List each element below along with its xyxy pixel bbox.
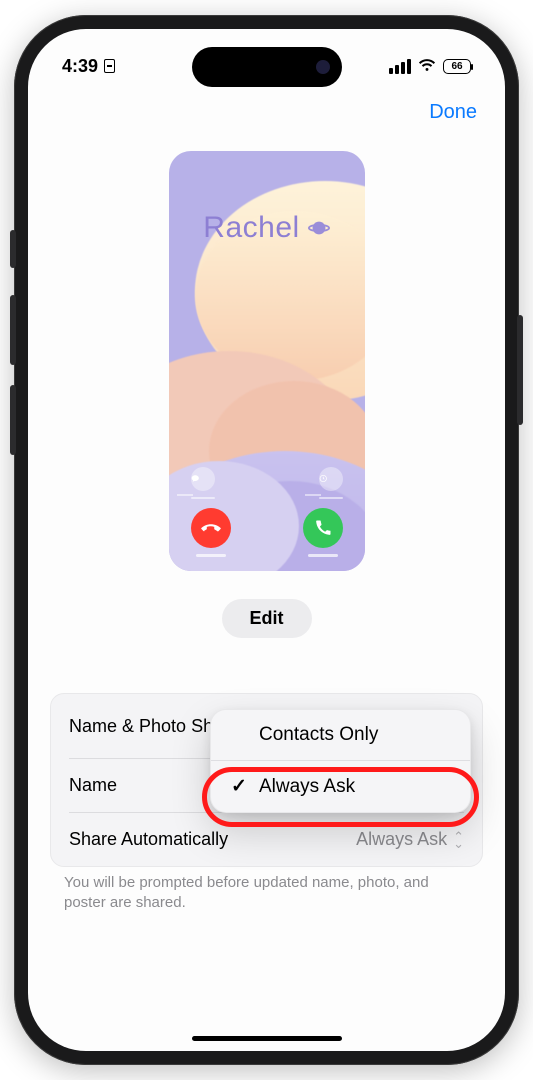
share-options-menu: Contacts Only ✓ Always Ask	[210, 709, 471, 813]
mute-switch[interactable]	[10, 230, 16, 268]
screen: 4:39 66 Done	[28, 29, 505, 1051]
phone-frame: 4:39 66 Done	[14, 15, 519, 1065]
help-text: You will be prompted before updated name…	[64, 873, 469, 914]
contact-poster-preview[interactable]: Rachel	[169, 151, 365, 571]
side-button[interactable]	[517, 315, 523, 425]
edit-button[interactable]: Edit	[222, 599, 312, 638]
orientation-lock-icon	[104, 59, 115, 73]
row-value: Always Ask ⌃⌄	[356, 829, 464, 850]
wifi-icon	[418, 59, 436, 73]
poster-name: Rachel	[183, 211, 351, 245]
volume-up-button[interactable]	[10, 295, 16, 365]
row-label: Share Automatically	[69, 829, 228, 850]
status-time: 4:39	[62, 56, 98, 77]
row-label: Name	[69, 775, 117, 796]
decline-call-icon	[191, 508, 231, 548]
checkmark-icon: ✓	[229, 775, 249, 798]
menu-item-always-ask[interactable]: ✓ Always Ask	[211, 761, 470, 812]
message-icon	[191, 467, 215, 491]
planet-icon	[308, 217, 330, 239]
cellular-icon	[389, 59, 411, 74]
home-indicator[interactable]	[192, 1036, 342, 1041]
stepper-icon: ⌃⌄	[453, 833, 464, 847]
volume-down-button[interactable]	[10, 385, 16, 455]
battery-icon: 66	[443, 59, 471, 74]
done-button[interactable]: Done	[429, 101, 477, 124]
accept-call-icon	[303, 508, 343, 548]
dynamic-island	[192, 47, 342, 87]
clock-icon	[319, 467, 343, 491]
menu-item-contacts-only[interactable]: Contacts Only	[211, 710, 470, 760]
share-automatically-row[interactable]: Share Automatically Always Ask ⌃⌄	[51, 813, 482, 866]
